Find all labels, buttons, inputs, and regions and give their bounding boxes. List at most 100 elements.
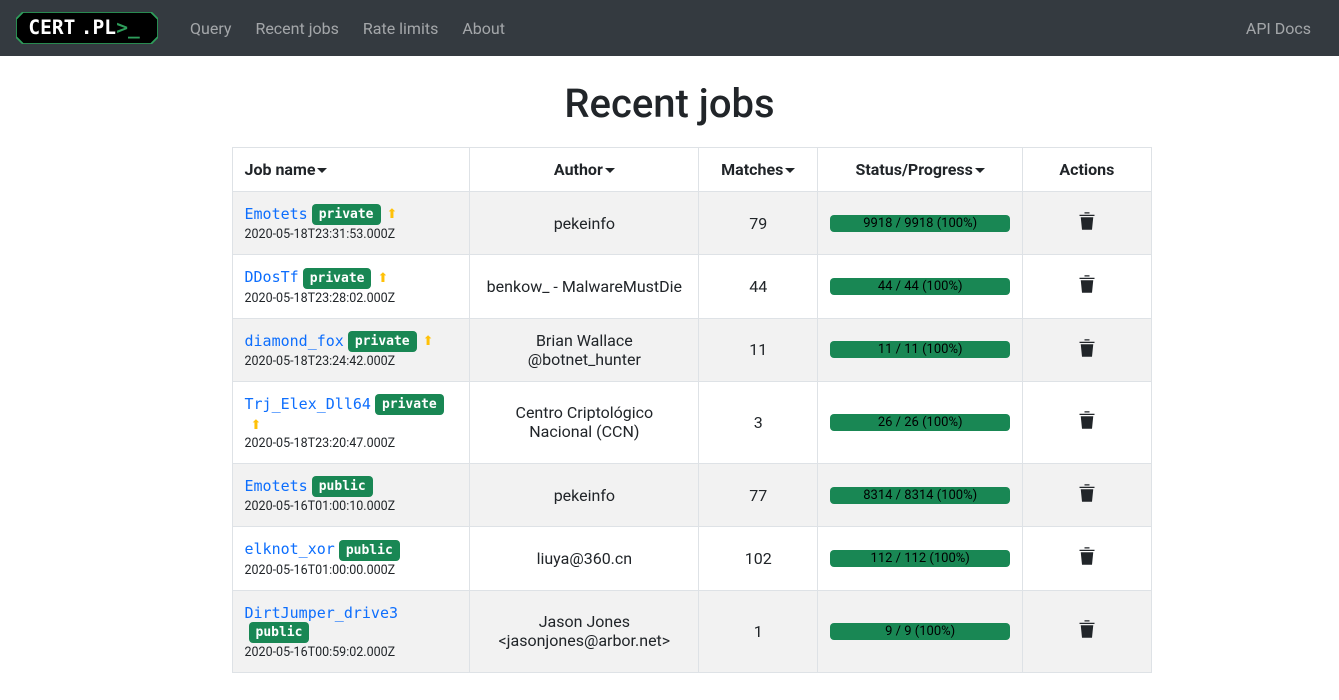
progress-bar: 112 / 112 (100%) — [830, 550, 1010, 567]
job-link[interactable]: diamond_fox — [245, 332, 344, 350]
page-title: Recent jobs — [0, 80, 1339, 127]
col-header-name[interactable]: Job name — [232, 148, 470, 192]
caret-icon — [605, 168, 615, 173]
job-link[interactable]: Trj_Elex_Dll64 — [245, 395, 371, 413]
cell-author: liuya@360.cn — [470, 527, 699, 590]
cell-author: benkow_ - MalwareMustDie — [470, 255, 699, 318]
delete-button[interactable] — [1078, 410, 1096, 434]
cell-actions — [1023, 381, 1151, 463]
delete-button[interactable] — [1078, 211, 1096, 235]
cell-actions — [1023, 318, 1151, 381]
cell-author: Jason Jones <jasonjones@arbor.net> — [470, 590, 699, 672]
col-header-actions: Actions — [1023, 148, 1151, 192]
table-row: Emotetspublic 2020-05-16T01:00:10.000Z pek… — [232, 464, 1151, 527]
table-row: elknot_xorpublic 2020-05-16T01:00:00.000Z… — [232, 527, 1151, 590]
warning-icon: ⬆ — [387, 207, 398, 222]
timestamp: 2020-05-18T23:31:53.000Z — [245, 227, 458, 242]
delete-button[interactable] — [1078, 619, 1096, 643]
timestamp: 2020-05-16T01:00:10.000Z — [245, 499, 458, 514]
cell-status: 9918 / 9918 (100%) — [818, 192, 1023, 255]
cell-matches: 11 — [699, 318, 818, 381]
delete-button[interactable] — [1078, 483, 1096, 507]
cell-matches: 102 — [699, 527, 818, 590]
cell-job-name: Trj_Elex_Dll64private⬆2020-05-18T23:20:4… — [232, 381, 470, 463]
cell-actions — [1023, 527, 1151, 590]
progress-bar: 44 / 44 (100%) — [830, 278, 1010, 295]
visibility-badge: private — [375, 394, 444, 415]
jobs-table-wrap: Job name Author Matches Status/Progress … — [232, 147, 1108, 673]
col-header-status[interactable]: Status/Progress — [818, 148, 1023, 192]
nav-query[interactable]: Query — [178, 11, 243, 46]
timestamp: 2020-05-18T23:28:02.000Z — [245, 291, 458, 306]
timestamp: 2020-05-16T00:59:02.000Z — [245, 645, 458, 660]
nav-about[interactable]: About — [450, 11, 517, 46]
timestamp: 2020-05-16T01:00:00.000Z — [245, 563, 458, 578]
cell-job-name: diamond_foxprivate⬆2020-05-18T23:24:42.0… — [232, 318, 470, 381]
warning-icon: ⬆ — [377, 271, 388, 286]
job-link[interactable]: Emotets — [245, 477, 308, 495]
cell-status: 11 / 11 (100%) — [818, 318, 1023, 381]
caret-icon — [785, 168, 795, 173]
nav-links: Query Recent jobs Rate limits About — [178, 11, 1234, 46]
job-link[interactable]: DDosTf — [245, 268, 299, 286]
job-link[interactable]: DirtJumper_drive3 — [245, 604, 399, 622]
job-link[interactable]: elknot_xor — [245, 540, 335, 558]
cell-status: 9 / 9 (100%) — [818, 590, 1023, 672]
visibility-badge: public — [339, 540, 400, 561]
progress-bar: 11 / 11 (100%) — [830, 341, 1010, 358]
trash-icon — [1078, 619, 1096, 639]
cell-job-name: Emotetsprivate ⬆ 2020-05-18T23:31:53.000Z — [232, 192, 470, 255]
trash-icon — [1078, 211, 1096, 231]
logo[interactable]: CERT .PL >_ — [16, 12, 158, 44]
trash-icon — [1078, 483, 1096, 503]
cell-actions — [1023, 590, 1151, 672]
job-link[interactable]: Emotets — [245, 205, 308, 223]
cell-actions — [1023, 192, 1151, 255]
caret-icon — [975, 168, 985, 173]
table-row: DDosTfprivate ⬆ 2020-05-18T23:28:02.000Z be… — [232, 255, 1151, 318]
cell-matches: 79 — [699, 192, 818, 255]
trash-icon — [1078, 546, 1096, 566]
navbar: CERT .PL >_ Query Recent jobs Rate limit… — [0, 0, 1339, 56]
cell-status: 26 / 26 (100%) — [818, 381, 1023, 463]
cell-status: 8314 / 8314 (100%) — [818, 464, 1023, 527]
cell-author: pekeinfo — [470, 192, 699, 255]
cell-status: 44 / 44 (100%) — [818, 255, 1023, 318]
nav-api-docs[interactable]: API Docs — [1234, 11, 1323, 46]
col-header-author[interactable]: Author — [470, 148, 699, 192]
visibility-badge: private — [312, 204, 381, 225]
visibility-badge: public — [249, 622, 310, 643]
cell-status: 112 / 112 (100%) — [818, 527, 1023, 590]
warning-icon: ⬆ — [423, 334, 434, 349]
cell-job-name: elknot_xorpublic 2020-05-16T01:00:00.000Z — [232, 527, 470, 590]
progress-bar: 9 / 9 (100%) — [830, 623, 1010, 640]
cell-actions — [1023, 255, 1151, 318]
caret-icon — [317, 168, 327, 173]
cell-matches: 77 — [699, 464, 818, 527]
cell-author: pekeinfo — [470, 464, 699, 527]
delete-button[interactable] — [1078, 338, 1096, 362]
cell-matches: 44 — [699, 255, 818, 318]
cell-author: Centro Criptológico Nacional (CCN) — [470, 381, 699, 463]
warning-icon: ⬆ — [251, 418, 262, 433]
cell-matches: 3 — [699, 381, 818, 463]
cell-job-name: Emotetspublic 2020-05-16T01:00:10.000Z — [232, 464, 470, 527]
cell-author: Brian Wallace @botnet_hunter — [470, 318, 699, 381]
cell-job-name: DirtJumper_drive3public 2020-05-16T00:59:… — [232, 590, 470, 672]
cell-matches: 1 — [699, 590, 818, 672]
svg-text:CERT: CERT — [28, 16, 75, 39]
cell-actions — [1023, 464, 1151, 527]
col-header-matches[interactable]: Matches — [699, 148, 818, 192]
visibility-badge: public — [312, 476, 373, 497]
nav-rate-limits[interactable]: Rate limits — [351, 11, 450, 46]
table-row: diamond_foxprivate⬆2020-05-18T23:24:42.0… — [232, 318, 1151, 381]
cell-job-name: DDosTfprivate ⬆ 2020-05-18T23:28:02.000Z — [232, 255, 470, 318]
delete-button[interactable] — [1078, 546, 1096, 570]
visibility-badge: private — [303, 268, 372, 289]
svg-text:.PL: .PL — [81, 16, 116, 39]
delete-button[interactable] — [1078, 274, 1096, 298]
svg-text:>_: >_ — [116, 16, 140, 39]
table-row: Trj_Elex_Dll64private⬆2020-05-18T23:20:4… — [232, 381, 1151, 463]
trash-icon — [1078, 410, 1096, 430]
nav-recent-jobs[interactable]: Recent jobs — [243, 11, 350, 46]
